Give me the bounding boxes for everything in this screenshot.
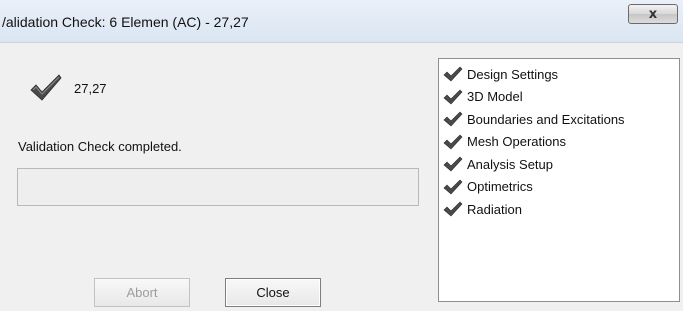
checkmark-icon <box>443 66 463 82</box>
list-item-label: Optimetrics <box>467 179 533 194</box>
list-item-label: Radiation <box>467 201 522 217</box>
list-item[interactable]: Radiation <box>443 198 522 220</box>
title-bar[interactable]: /alidation Check: 6 Elemen (AC) - 27,27 … <box>0 0 683 43</box>
close-button[interactable]: Close <box>225 278 321 307</box>
close-icon: x <box>648 6 658 22</box>
window-title: /alidation Check: 6 Elemen (AC) - 27,27 <box>2 14 249 30</box>
list-item-label: Analysis Setup <box>467 156 553 172</box>
checkmark-icon <box>443 156 463 172</box>
list-item[interactable]: Boundaries and Excitations <box>443 108 625 130</box>
check-result-value: 27,27 <box>74 81 107 96</box>
list-item[interactable]: Design Settings <box>443 63 558 85</box>
checkmark-icon <box>443 179 463 194</box>
progress-bar <box>17 168 419 206</box>
list-item-label: Design Settings <box>467 66 559 82</box>
list-item[interactable]: Mesh Operations <box>443 131 566 153</box>
list-item-label: Mesh Operations <box>467 134 566 149</box>
checkmark-icon <box>443 89 463 104</box>
status-text: Validation Check completed. <box>18 139 182 154</box>
list-item-label: 3D Model <box>467 89 523 104</box>
validation-items-list[interactable]: Design Settings 3D Model Boundaries and Ex… <box>438 58 680 302</box>
checkmark-icon <box>443 134 463 149</box>
close-window-button[interactable]: x <box>628 4 678 24</box>
list-item[interactable]: 3D Model <box>443 86 523 108</box>
checkmark-icon <box>30 74 62 101</box>
validation-check-dialog: /alidation Check: 6 Elemen (AC) - 27,27 … <box>0 0 683 311</box>
list-item[interactable]: Analysis Setup <box>443 153 553 175</box>
abort-button[interactable]: Abort <box>94 278 190 307</box>
list-item-label: Boundaries and Excitations <box>467 111 625 127</box>
checkmark-icon <box>443 111 463 127</box>
checkmark-icon <box>443 201 463 217</box>
list-item[interactable]: Optimetrics <box>443 176 533 198</box>
